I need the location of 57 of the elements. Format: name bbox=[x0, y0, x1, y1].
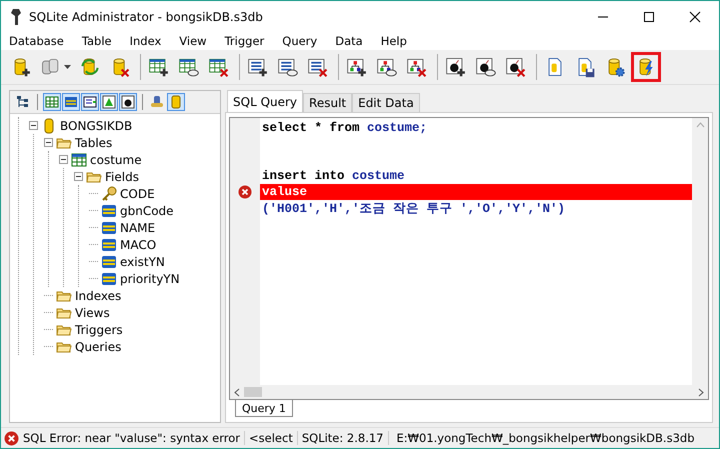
field-icon bbox=[101, 254, 117, 270]
table-icon bbox=[71, 152, 87, 168]
menu-item[interactable]: Index bbox=[130, 34, 162, 48]
code-line: ('H001','H','조금 작은 투구 ','O','Y','N') bbox=[261, 200, 566, 216]
code-line: insert into costume bbox=[261, 168, 406, 184]
menu-item[interactable]: Trigger bbox=[224, 34, 264, 48]
sql-editor[interactable]: select * from costume; insert into costume valuse ('H001','H','조금 작은 투구 ','O','Y','N') bbox=[229, 117, 709, 400]
sidebar-toolbar-button[interactable] bbox=[81, 93, 99, 111]
expander-icon[interactable] bbox=[29, 121, 38, 130]
status-message: SQL Error: near "valuse": syntax error bbox=[23, 431, 246, 445]
field-icon bbox=[101, 202, 117, 218]
code-line: select * from costume; bbox=[261, 120, 428, 136]
sidebar-toolbar-button[interactable] bbox=[100, 93, 118, 111]
vertical-scrollbar[interactable] bbox=[692, 118, 708, 385]
tree-item[interactable]: priorityYN bbox=[120, 272, 180, 286]
horizontal-scrollbar[interactable] bbox=[230, 385, 708, 399]
tree-item[interactable]: MACO bbox=[120, 238, 156, 252]
tree-item[interactable]: Indexes bbox=[75, 288, 122, 302]
tree-item[interactable]: Tables bbox=[75, 136, 112, 150]
status-version: SQLite: 2.8.17 bbox=[302, 431, 388, 445]
menu-item[interactable]: Database bbox=[9, 34, 64, 48]
query-tab[interactable]: Query 1 bbox=[235, 400, 293, 417]
scroll-right-icon[interactable] bbox=[698, 388, 704, 396]
menu-item[interactable]: Query bbox=[282, 34, 318, 48]
tree-item[interactable]: Triggers bbox=[75, 322, 123, 336]
menu-item[interactable]: Table bbox=[82, 34, 112, 48]
tree-item[interactable]: Queries bbox=[75, 340, 122, 354]
key-icon bbox=[101, 186, 117, 202]
tree-item[interactable]: CODE bbox=[120, 186, 155, 200]
field-icon bbox=[101, 270, 117, 286]
tree-item[interactable]: gbnCode bbox=[120, 204, 174, 218]
menu-item[interactable]: Data bbox=[335, 34, 363, 48]
close-icon[interactable] bbox=[689, 10, 701, 22]
scroll-left-icon[interactable] bbox=[234, 388, 240, 396]
tree-item[interactable]: NAME bbox=[120, 220, 156, 234]
menu-item[interactable]: Help bbox=[380, 34, 407, 48]
tree-item[interactable]: Views bbox=[75, 306, 110, 320]
menu-item[interactable]: View bbox=[179, 34, 207, 48]
caret-icon[interactable] bbox=[64, 65, 71, 69]
field-icon bbox=[101, 236, 117, 252]
sidebar-toolbar-button[interactable] bbox=[119, 93, 137, 111]
tree-item[interactable]: BONGSIKDB bbox=[60, 118, 132, 132]
expander-icon[interactable] bbox=[74, 172, 83, 181]
status-path: E:₩01.yongTech₩_bongsikhelper₩bongsikDB.s3db bbox=[396, 431, 696, 445]
expander-icon[interactable] bbox=[59, 155, 68, 164]
scroll-thumb[interactable] bbox=[244, 387, 262, 397]
maximize-icon[interactable] bbox=[643, 10, 655, 22]
tab[interactable]: SQL Query bbox=[227, 90, 304, 112]
field-icon bbox=[101, 220, 117, 236]
tree-item[interactable]: costume bbox=[90, 152, 142, 166]
tree-item[interactable]: existYN bbox=[120, 254, 165, 268]
window-title: SQLite Administrator - bongsikDB.s3db bbox=[29, 10, 263, 24]
tab[interactable]: Edit Data bbox=[352, 93, 420, 112]
tab[interactable]: Result bbox=[303, 93, 352, 112]
status-query: <select bbox=[249, 431, 298, 445]
tree-item[interactable]: Fields bbox=[105, 170, 139, 184]
expander-icon[interactable] bbox=[44, 138, 53, 147]
